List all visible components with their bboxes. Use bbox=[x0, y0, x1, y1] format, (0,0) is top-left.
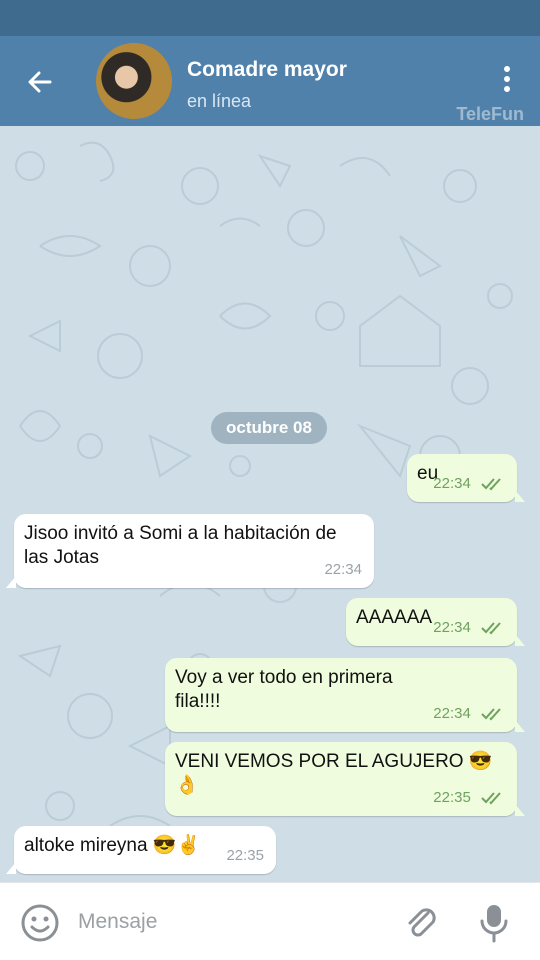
smile-icon[interactable] bbox=[20, 903, 60, 943]
message-text: Jisoo invitó a Somi a la habitación de l… bbox=[24, 523, 337, 568]
message-composer bbox=[0, 882, 540, 960]
message-outgoing[interactable]: VENI VEMOS POR EL AGUJERO 😎 👌 22:35 bbox=[165, 742, 525, 816]
message-text: Voy a ver todo en primera fila!!!! bbox=[175, 667, 393, 712]
message-meta: 22:34 bbox=[433, 702, 505, 726]
avatar[interactable] bbox=[96, 43, 172, 119]
message-incoming[interactable]: Jisoo invitó a Somi a la habitación de l… bbox=[6, 514, 374, 588]
message-time: 22:35 bbox=[433, 789, 471, 806]
double-check-icon bbox=[481, 478, 501, 491]
message-time: 22:34 bbox=[433, 619, 471, 636]
message-meta: 22:34 bbox=[433, 616, 505, 640]
message-meta: 22:35 bbox=[433, 786, 505, 810]
chat-header: Comadre mayor en línea TeleFun bbox=[0, 36, 540, 126]
message-outgoing[interactable]: AAAAAA 22:34 bbox=[346, 598, 525, 646]
paperclip-icon[interactable] bbox=[402, 903, 442, 943]
message-outgoing[interactable]: eu 22:34 bbox=[407, 454, 525, 502]
message-text: altoke mireyna 😎✌️ bbox=[24, 835, 201, 856]
message-input[interactable] bbox=[78, 907, 378, 937]
message-meta: 22:34 bbox=[433, 472, 505, 496]
double-check-icon bbox=[481, 708, 501, 721]
date-separator: octubre 08 bbox=[211, 412, 327, 444]
status-bar bbox=[0, 0, 540, 36]
watermark: TeleFun bbox=[456, 104, 524, 124]
chat-title[interactable]: Comadre mayor bbox=[187, 58, 347, 82]
message-time: 22:34 bbox=[433, 475, 471, 492]
message-incoming[interactable]: altoke mireyna 😎✌️ 22:35 bbox=[6, 826, 276, 874]
message-time: 22:35 bbox=[226, 847, 264, 864]
microphone-icon[interactable] bbox=[474, 901, 514, 945]
message-outgoing[interactable]: Voy a ver todo en primera fila!!!! 22:34 bbox=[165, 658, 525, 732]
double-check-icon bbox=[481, 622, 501, 635]
arrow-left-icon[interactable] bbox=[22, 64, 58, 100]
message-text: AAAAAA bbox=[356, 607, 433, 628]
more-vertical-icon[interactable] bbox=[496, 62, 518, 98]
double-check-icon bbox=[481, 792, 501, 805]
online-status: en línea bbox=[187, 91, 252, 111]
chat-area[interactable]: octubre 08 eu 22:34 Jisoo invitó a Somi … bbox=[0, 126, 540, 882]
message-time: 22:34 bbox=[433, 705, 471, 722]
message-time: 22:34 bbox=[324, 561, 362, 578]
